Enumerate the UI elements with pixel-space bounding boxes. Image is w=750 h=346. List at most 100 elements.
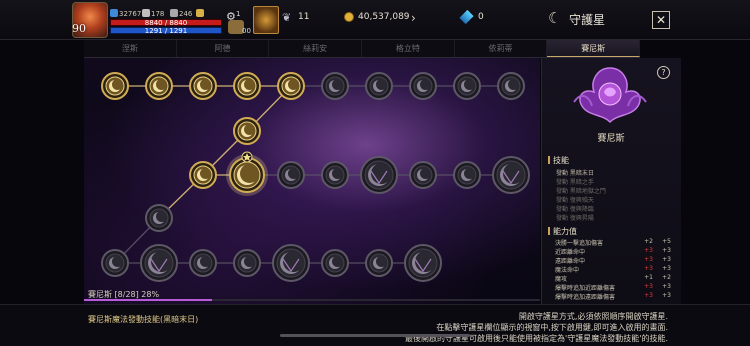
star-node[interactable] (453, 72, 481, 100)
star-node[interactable] (101, 249, 129, 277)
star-node[interactable] (497, 72, 525, 100)
ability-name: 爆擊時追加遠距離傷害 (555, 294, 616, 301)
ability-name: 爆擊時追加近距離傷害 (555, 285, 616, 292)
mp-bar: 1291 / 1291 (110, 27, 222, 35)
bag-count: 00 (242, 27, 251, 35)
character-level: 90 (72, 22, 86, 35)
power-icon (110, 9, 118, 17)
skill-item: 發動 黑暗末日 (556, 170, 594, 177)
star-node[interactable] (404, 244, 442, 282)
star-node[interactable] (145, 204, 173, 232)
crown-icon (196, 9, 204, 17)
attack-stat: 178 (142, 9, 164, 18)
gold-amount: 40,537,089 (358, 12, 410, 22)
star-node[interactable] (277, 161, 305, 189)
star-node[interactable] (189, 249, 217, 277)
buff-slot[interactable] (253, 6, 279, 34)
ability-name: 近距離命中 (555, 249, 586, 256)
ability-name: 魔攻 (555, 276, 568, 283)
tab-nes[interactable]: 涅斯 (84, 40, 177, 57)
star-node[interactable] (365, 72, 393, 100)
ability-current: +3 (644, 265, 653, 272)
ability-name: 魔法命中 (555, 267, 580, 274)
ability-max: +2 (662, 274, 671, 281)
scrollbar[interactable] (280, 334, 470, 337)
star-node[interactable] (145, 72, 173, 100)
star-node[interactable] (101, 72, 129, 100)
ability-max: +3 (662, 283, 671, 290)
skill-item: 發動 復興殞天 (556, 197, 594, 204)
skill-item: 發動 黑暗地獄之門 (556, 188, 606, 195)
star-node[interactable] (321, 161, 349, 189)
guardian-star-icon: ☾ (548, 9, 562, 27)
gear-count: 1 (236, 10, 241, 18)
ability-current: +3 (644, 283, 653, 290)
rose-emblem-icon (573, 67, 647, 124)
star-node[interactable] (321, 249, 349, 277)
star-node[interactable] (189, 72, 217, 100)
ability-current: +3 (644, 292, 653, 299)
feather-count: 11 (298, 12, 310, 22)
star-node[interactable] (140, 244, 178, 282)
gem-count: 0 (478, 12, 484, 22)
tab-seinis[interactable]: 賽尼斯 (547, 40, 641, 57)
tab-gelite[interactable]: 格立特 (362, 40, 455, 57)
top-bar: 90 32767 178 246 8840 / 8840 1291 / 1291… (0, 0, 750, 40)
current-star-node[interactable] (226, 151, 268, 196)
help-text-line: 在點擊守護星欄位顯示的視窗中,按下啟用鍵,即可進入啟用的畫面. (436, 323, 668, 332)
gold-coin-icon (344, 12, 354, 22)
chevron-right-icon[interactable]: › (411, 11, 416, 25)
star-node[interactable] (277, 72, 305, 100)
ability-max: +5 (662, 238, 671, 245)
star-node[interactable] (453, 161, 481, 189)
ability-max: +3 (662, 292, 671, 299)
star-node[interactable] (492, 156, 530, 194)
crown-stat (196, 9, 205, 18)
help-button[interactable]: ? (657, 66, 670, 79)
close-button[interactable]: ✕ (652, 11, 670, 29)
ability-name: 決勝一擊追加傷害 (555, 240, 604, 247)
star-node[interactable] (321, 72, 349, 100)
armor-icon (170, 9, 178, 17)
skills-title: 技能 (548, 155, 569, 166)
ability-title: 能力值 (548, 226, 577, 237)
hp-bar: 8840 / 8840 (110, 19, 222, 27)
star-node[interactable] (365, 249, 393, 277)
tab-ade[interactable]: 阿德 (177, 40, 270, 57)
star-node[interactable] (233, 72, 261, 100)
tab-yilidi[interactable]: 依莉蒂 (455, 40, 548, 57)
ability-max: +3 (662, 265, 671, 272)
ability-max: +3 (662, 256, 671, 263)
ability-current: +2 (644, 238, 653, 245)
progress-bar (84, 299, 540, 301)
skill-item: 發動 復興昇陽 (556, 215, 594, 222)
help-text-line: 開啟守護星方式,必須依照順序開啟守護星. (518, 312, 668, 321)
constellation-tabs: 涅斯 阿德 絲莉安 格立特 依莉蒂 賽尼斯 (84, 40, 641, 58)
ability-max: +3 (662, 247, 671, 254)
feather-icon: ❦ (282, 11, 292, 24)
guardian-star-screen: 90 32767 178 246 8840 / 8840 1291 / 1291… (0, 0, 750, 346)
sword-icon (142, 9, 150, 17)
ability-name: 遠距離命中 (555, 258, 586, 265)
ability-current: +3 (644, 247, 653, 254)
constellation-name: 賽尼斯 (597, 134, 625, 144)
active-skill-note: 賽尼斯魔法發動技能(黑暗末日) (88, 315, 199, 324)
star-node[interactable] (272, 244, 310, 282)
star-node[interactable] (409, 72, 437, 100)
progress-fill (84, 299, 212, 301)
star-node[interactable] (360, 156, 398, 194)
defense-stat: 246 (170, 9, 192, 18)
tab-silian[interactable]: 絲莉安 (269, 40, 363, 57)
gem-icon (459, 9, 474, 25)
star-node[interactable] (189, 161, 217, 189)
star-node[interactable] (233, 117, 261, 145)
constellation-map (101, 72, 530, 282)
constellation-board (84, 58, 540, 304)
ability-current: +1 (644, 274, 653, 281)
window-title: 守護星 (569, 13, 606, 27)
skill-item: 發動 黑暗之手 (556, 179, 594, 186)
star-node[interactable] (409, 161, 437, 189)
skill-item: 發動 復興降臨 (556, 206, 594, 213)
ability-current: +3 (644, 256, 653, 263)
star-node[interactable] (233, 249, 261, 277)
